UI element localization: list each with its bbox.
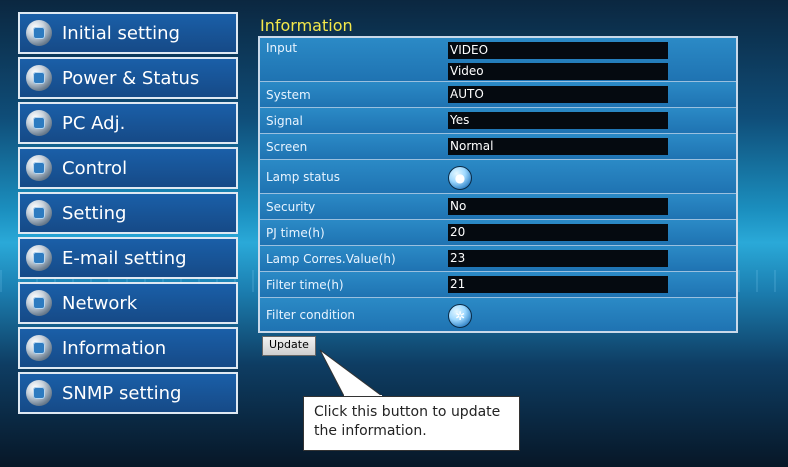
settings-icon [26,20,52,46]
network-icon [26,290,52,316]
info-row-screen: Screen Normal [260,134,736,160]
info-row-value: 20 [448,224,668,241]
snmp-icon [26,380,52,406]
sidebar-item-label: SNMP setting [62,382,182,404]
information-panel: Input VIDEO Video System AUTO Signal Yes… [258,36,738,333]
info-row-value: Yes [448,112,668,129]
sidebar-item-label: Setting [62,202,127,224]
info-icon [26,335,52,361]
sidebar-item-initial-setting[interactable]: Initial setting [18,12,238,54]
sidebar-item-label: E-mail setting [62,247,187,269]
info-row-filter-time: Filter time(h) 21 [260,272,736,298]
info-row-value: No [448,198,668,215]
sidebar-item-label: Information [62,337,167,359]
power-icon [26,65,52,91]
info-row-value: AUTO [448,86,668,103]
info-row-pj-time: PJ time(h) 20 [260,220,736,246]
sidebar-item-label: PC Adj. [62,112,126,134]
filter-condition-icon: ✲ [448,304,472,328]
info-row-value: Normal [448,138,668,155]
wrench-icon [26,200,52,226]
update-button[interactable]: Update [262,336,316,356]
info-row-lamp-corres-value: Lamp Corres.Value(h) 23 [260,246,736,272]
info-row-lamp-status: Lamp status ● [260,160,736,194]
info-row-label: Screen [266,140,308,154]
info-row-label: Filter time(h) [266,278,344,292]
sidebar-item-pc-adj[interactable]: PC Adj. [18,102,238,144]
info-row-signal: Signal Yes [260,108,736,134]
info-row-filter-condition: Filter condition ✲ [260,298,736,331]
mail-icon [26,245,52,271]
information-title: Information [260,16,353,35]
sidebar-item-label: Network [62,292,138,314]
sidebar-item-label: Initial setting [62,22,180,44]
sidebar-nav: Initial setting Power & Status PC Adj. C… [18,12,238,417]
info-row-value: 21 [448,276,668,293]
info-row-label: System [266,88,311,102]
control-icon [26,155,52,181]
sidebar-item-power-status[interactable]: Power & Status [18,57,238,99]
info-row-system: System AUTO [260,82,736,108]
info-row-value: Video [448,63,668,80]
info-row-label: PJ time(h) [266,226,325,240]
sidebar-item-setting[interactable]: Setting [18,192,238,234]
lamp-status-icon: ● [448,166,472,190]
pc-icon [26,110,52,136]
info-row-security: Security No [260,194,736,220]
info-row-label: Input [266,41,298,55]
info-row-value: VIDEO [448,42,668,59]
info-row-label: Filter condition [266,308,356,322]
info-row-label: Signal [266,114,303,128]
update-callout: Click this button to update the informat… [303,396,520,451]
info-row-label: Lamp status [266,170,341,184]
info-row-value: 23 [448,250,668,267]
sidebar-item-control[interactable]: Control [18,147,238,189]
projector-web-control-screen: Initial setting Power & Status PC Adj. C… [0,0,788,467]
info-row-label: Security [266,200,316,214]
info-row-label: Lamp Corres.Value(h) [266,252,396,266]
sidebar-item-snmp-setting[interactable]: SNMP setting [18,372,238,414]
sidebar-item-information[interactable]: Information [18,327,238,369]
sidebar-item-label: Power & Status [62,67,200,89]
sidebar-item-network[interactable]: Network [18,282,238,324]
sidebar-item-label: Control [62,157,128,179]
sidebar-item-email-setting[interactable]: E-mail setting [18,237,238,279]
info-row-input: Input VIDEO Video [260,38,736,82]
